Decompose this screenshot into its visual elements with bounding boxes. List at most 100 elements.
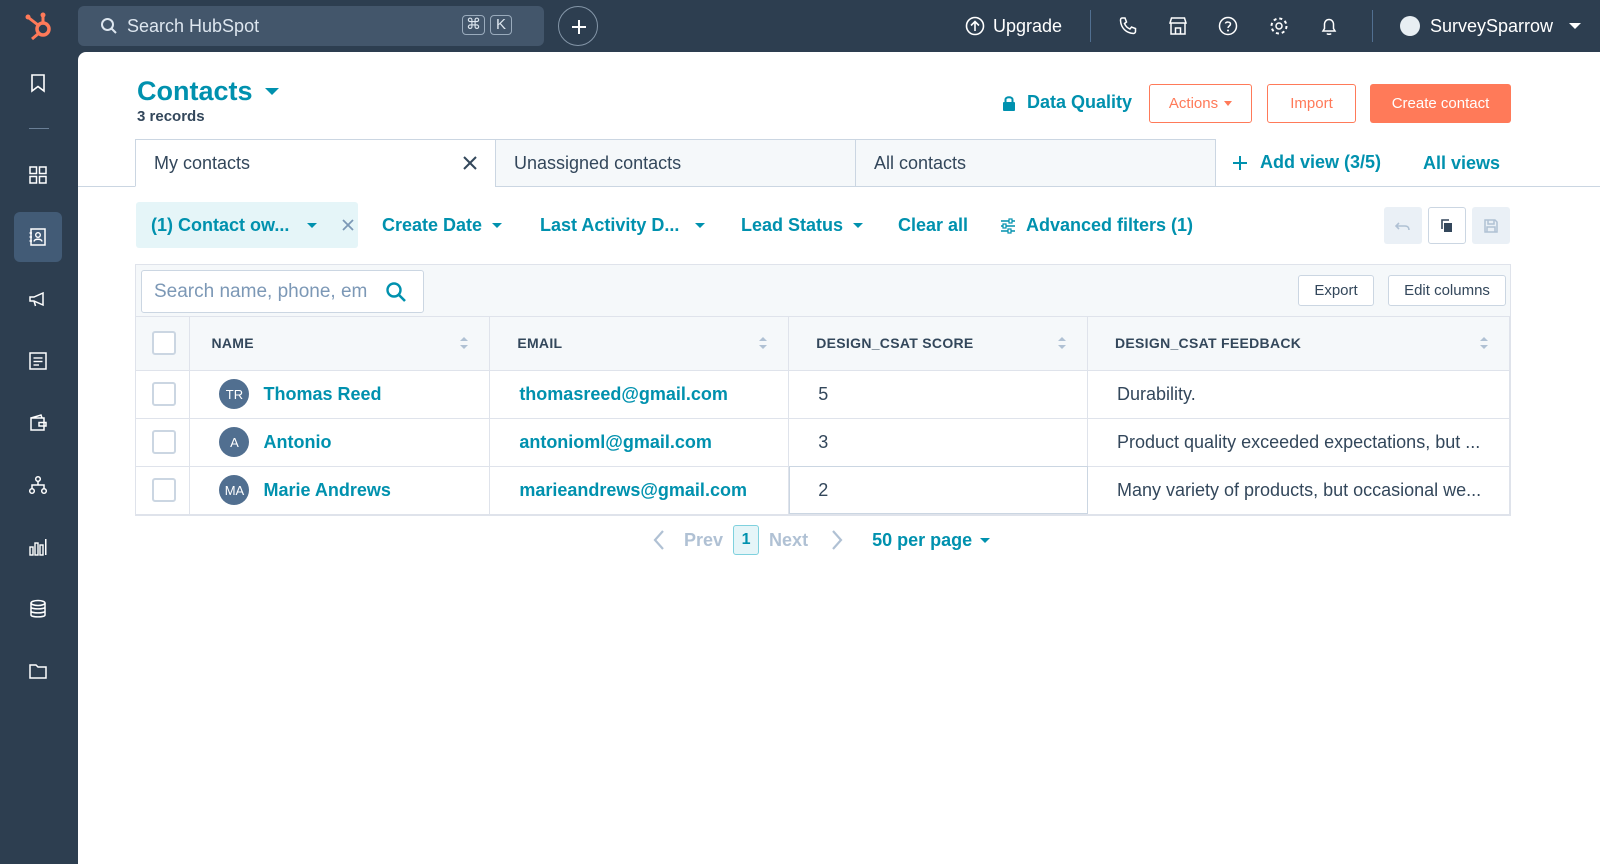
contact-name-link[interactable]: Marie Andrews: [263, 480, 390, 501]
advanced-filters-button[interactable]: Advanced filters (1): [1000, 215, 1193, 236]
edit-columns-button[interactable]: Edit columns: [1388, 275, 1506, 306]
column-label: DESIGN_CSAT SCORE: [816, 335, 974, 352]
close-icon[interactable]: [341, 218, 355, 232]
marketplace-icon[interactable]: [1166, 14, 1190, 38]
contacts-data-table: NAME EMAIL DESIGN_CSAT SCORE DESIGN_CSAT…: [136, 317, 1510, 515]
column-header-csat-score[interactable]: DESIGN_CSAT SCORE: [788, 317, 1088, 371]
tab-unassigned-contacts[interactable]: Unassigned contacts: [495, 139, 856, 187]
table-search-field[interactable]: [141, 270, 424, 313]
table-search-input[interactable]: [154, 280, 379, 304]
sort-icon[interactable]: [1057, 335, 1067, 351]
save-view-button[interactable]: [1472, 207, 1510, 244]
table-row[interactable]: TR Thomas Reed thomasreed@gmail.com 5 Du…: [136, 370, 1510, 419]
current-page-button[interactable]: 1: [733, 525, 760, 555]
sort-icon[interactable]: [758, 335, 768, 351]
account-avatar: [1400, 16, 1420, 36]
data-quality-label: Data Quality: [1027, 92, 1133, 112]
lead-status-filter[interactable]: Lead Status: [741, 215, 864, 236]
tab-label: All contacts: [874, 152, 967, 173]
column-header-name[interactable]: NAME: [189, 317, 491, 371]
sort-icon[interactable]: [459, 335, 469, 351]
folder-icon: [29, 664, 47, 679]
contact-name-link[interactable]: Antonio: [263, 432, 331, 453]
chevron-down-icon: [853, 223, 864, 228]
column-header-csat-feedback[interactable]: DESIGN_CSAT FEEDBACK: [1087, 317, 1510, 371]
reset-view-button[interactable]: [1384, 207, 1422, 244]
pagination: Prev 1 Next 50 per page: [652, 524, 991, 556]
last-activity-date-filter[interactable]: Last Activity D...: [540, 215, 706, 236]
upgrade-label: Upgrade: [993, 15, 1063, 36]
chevron-down-icon: [307, 222, 318, 228]
upgrade-icon: [965, 16, 985, 36]
bar-chart-icon: [29, 539, 47, 556]
create-contact-button[interactable]: Create contact: [1370, 84, 1511, 123]
select-all-checkbox[interactable]: [152, 331, 176, 356]
search-icon[interactable]: [385, 281, 407, 303]
tab-all-contacts[interactable]: All contacts: [855, 139, 1216, 187]
topbar-divider: [1090, 10, 1091, 42]
contact-name-link[interactable]: Thomas Reed: [263, 384, 381, 405]
all-views-link[interactable]: All views: [1423, 153, 1500, 174]
avatar: A: [219, 427, 250, 457]
nav-content[interactable]: [14, 336, 62, 386]
next-page-button[interactable]: Next: [769, 530, 808, 551]
column-header-email[interactable]: EMAIL: [489, 317, 790, 371]
sort-icon[interactable]: [1479, 335, 1489, 351]
settings-gear-icon[interactable]: [1267, 14, 1291, 38]
nav-library[interactable]: [14, 646, 62, 696]
avatar: TR: [219, 379, 250, 409]
global-search[interactable]: Search HubSpot ⌘ K: [78, 6, 544, 46]
nav-workspaces[interactable]: [14, 150, 62, 200]
hubspot-logo-icon[interactable]: [24, 10, 56, 42]
clone-view-button[interactable]: [1428, 207, 1466, 244]
add-view-button[interactable]: Add view (3/5): [1232, 152, 1381, 173]
create-date-filter[interactable]: Create Date: [382, 215, 503, 236]
object-switcher[interactable]: Contacts: [137, 76, 279, 107]
phone-icon[interactable]: [1116, 14, 1140, 38]
records-count: 3 records: [137, 108, 205, 125]
column-label: EMAIL: [517, 335, 563, 352]
csat-score-cell: 3: [788, 418, 1088, 467]
prev-page-button[interactable]: Prev: [684, 530, 723, 551]
chevron-down-icon: [980, 537, 991, 543]
csat-feedback-cell: Product quality exceeded expectations, b…: [1087, 418, 1510, 467]
table-row[interactable]: A Antonio antonioml@gmail.com 3 Product …: [136, 418, 1510, 467]
nav-automation[interactable]: [14, 460, 62, 510]
account-menu[interactable]: SurveySparrow: [1400, 12, 1582, 40]
page-title: Contacts: [137, 76, 253, 106]
clear-all-filters-button[interactable]: Clear all: [898, 215, 968, 236]
actions-dropdown-button[interactable]: Actions: [1149, 84, 1252, 123]
main-content: Contacts 3 records Data Quality Actions …: [78, 52, 1600, 864]
contact-email-link[interactable]: thomasreed@gmail.com: [519, 384, 728, 404]
row-checkbox[interactable]: [152, 478, 176, 502]
data-quality-link[interactable]: Data Quality: [1001, 92, 1132, 113]
upgrade-button[interactable]: Upgrade: [965, 12, 1062, 40]
tab-my-contacts[interactable]: My contacts: [135, 139, 496, 187]
lock-icon: [1003, 95, 1015, 111]
name-cell: A Antonio: [189, 418, 491, 467]
row-checkbox[interactable]: [152, 430, 176, 454]
contact-owner-filter[interactable]: (1) Contact ow...: [136, 202, 358, 248]
chevron-left-icon[interactable]: [652, 529, 666, 551]
nav-marketing[interactable]: [14, 274, 62, 324]
nav-commerce[interactable]: [14, 398, 62, 448]
nav-reporting[interactable]: [14, 522, 62, 572]
add-view-label: Add view (3/5): [1260, 152, 1382, 172]
contact-email-link[interactable]: antonioml@gmail.com: [519, 432, 712, 452]
chevron-down-icon: [1569, 23, 1582, 29]
close-icon[interactable]: [461, 154, 479, 172]
help-icon[interactable]: [1216, 14, 1240, 38]
row-checkbox[interactable]: [152, 382, 176, 406]
export-button[interactable]: Export: [1298, 275, 1374, 306]
quick-create-button[interactable]: [558, 6, 598, 46]
table-row[interactable]: MA Marie Andrews marieandrews@gmail.com …: [136, 466, 1510, 515]
nav-bookmarks[interactable]: [14, 58, 62, 108]
chevron-right-icon[interactable]: [830, 529, 844, 551]
import-button[interactable]: Import: [1267, 84, 1356, 123]
per-page-select[interactable]: 50 per page: [872, 530, 972, 551]
notifications-bell-icon[interactable]: [1317, 14, 1341, 38]
nav-data-management[interactable]: [14, 584, 62, 634]
filter-chip-label: (1) Contact ow...: [151, 214, 290, 235]
nav-crm-contacts[interactable]: [14, 212, 62, 262]
contact-email-link[interactable]: marieandrews@gmail.com: [519, 480, 747, 500]
